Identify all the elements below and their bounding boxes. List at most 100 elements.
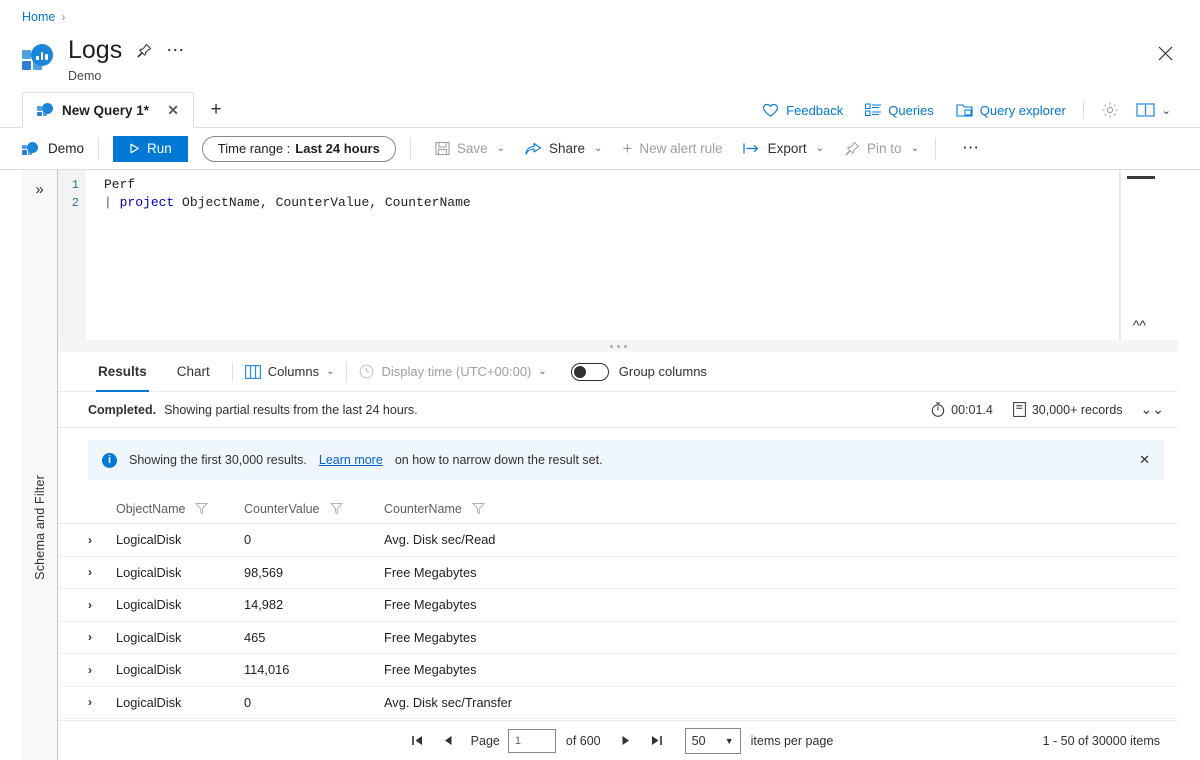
columns-label: Columns	[267, 364, 320, 379]
table-row[interactable]: › LogicalDisk 114,016 Free Megabytes	[58, 654, 1178, 687]
breadcrumb-home[interactable]: Home	[22, 10, 55, 24]
queries-button[interactable]: Queries	[854, 92, 945, 128]
heart-icon	[763, 103, 779, 117]
query-scope[interactable]: Demo	[22, 141, 84, 157]
plus-icon: +	[622, 139, 633, 158]
learn-more-link[interactable]: Learn more	[319, 453, 383, 467]
tab-chart[interactable]: Chart	[167, 352, 220, 392]
filter-icon[interactable]	[195, 502, 209, 515]
chevron-double-right-icon[interactable]: »	[35, 182, 43, 197]
pin-icon[interactable]	[136, 43, 152, 59]
logs-blade: Home › Logs ⋯ Demo New Query 1* ✕ + Feed…	[0, 0, 1200, 760]
status-text: Showing partial results from the last 24…	[164, 402, 418, 417]
table-cell-countervalue: 114,016	[244, 662, 290, 678]
schema-filter-label: Schema and Filter	[32, 475, 47, 580]
share-chevron-down-icon: ⌄	[594, 143, 603, 154]
item-range-label: 1 - 50 of 30000 items	[1042, 733, 1160, 748]
ellipsis-icon[interactable]: ⋯	[166, 41, 185, 59]
row-expand-icon[interactable]: ›	[88, 533, 116, 547]
results-status-row: Completed. Showing partial results from …	[58, 392, 1178, 428]
prev-page-button[interactable]	[433, 727, 463, 755]
feedback-button[interactable]: Feedback	[751, 92, 854, 128]
filter-icon[interactable]	[471, 502, 485, 515]
page-size-value: 50	[691, 733, 706, 748]
display-time-label: Display time (UTC+00:00)	[381, 364, 532, 379]
page-size-select[interactable]: 50 ▼	[684, 727, 741, 754]
chevron-double-down-icon[interactable]: ⌄⌄	[1131, 401, 1164, 418]
new-alert-rule-button[interactable]: + New alert rule	[612, 134, 732, 164]
table-row[interactable]: › LogicalDisk 98,569 Free Megabytes	[58, 557, 1178, 589]
row-expand-icon[interactable]: ›	[88, 695, 116, 709]
close-blade-button[interactable]	[1152, 40, 1178, 66]
scope-label: Demo	[48, 141, 85, 156]
share-button[interactable]: Share ⌄	[515, 134, 612, 164]
folder-query-icon	[956, 103, 973, 117]
table-cell-countername: Avg. Disk sec/Read	[384, 532, 496, 548]
row-expand-icon[interactable]: ›	[88, 565, 116, 579]
table-row[interactable]: › LogicalDisk 465 Free Megabytes	[58, 622, 1178, 654]
info-close-icon[interactable]: ✕	[1139, 452, 1150, 468]
row-expand-icon[interactable]: ›	[88, 598, 116, 612]
columns-button[interactable]: Columns ⌄	[244, 364, 334, 379]
query-editor[interactable]: 1 Perf 2 | project ObjectName, CounterVa…	[58, 170, 1178, 340]
last-page-button[interactable]	[641, 727, 671, 755]
clock-icon	[360, 364, 374, 379]
grid-header-row: ObjectName CounterValue CounterName	[58, 494, 1178, 524]
table-cell-objectname: LogicalDisk	[116, 694, 182, 710]
column-header-countername[interactable]: CounterName	[384, 502, 584, 516]
command-overflow-button[interactable]: ⋯	[950, 139, 992, 156]
export-button[interactable]: Export ⌄	[733, 134, 834, 164]
column-header-label: CounterName	[384, 501, 462, 516]
editor-minimap[interactable]	[1120, 170, 1178, 340]
export-chevron-down-icon: ⌄	[815, 143, 825, 154]
save-icon	[435, 141, 450, 156]
new-tab-button[interactable]: +	[200, 92, 232, 128]
info-icon: i	[102, 452, 117, 468]
row-expand-icon[interactable]: ›	[88, 630, 116, 644]
page-number-input[interactable]	[507, 728, 556, 753]
page-label: Page	[470, 733, 500, 748]
display-time-button[interactable]: Display time (UTC+00:00) ⌄	[359, 364, 547, 379]
columns-icon	[244, 364, 261, 379]
filter-icon[interactable]	[329, 502, 343, 515]
share-icon	[525, 142, 542, 155]
save-label: Save	[456, 141, 488, 156]
pin-to-button[interactable]: Pin to ⌄	[834, 134, 929, 164]
chevron-double-up-icon[interactable]: ^^	[1133, 318, 1146, 332]
table-row[interactable]: › LogicalDisk 14,982 Free Megabytes	[58, 589, 1178, 622]
tab-results[interactable]: Results	[88, 352, 157, 392]
line-pipe: |	[104, 195, 112, 210]
table-cell-objectname: LogicalDisk	[116, 597, 182, 613]
column-header-objectname[interactable]: ObjectName	[116, 502, 244, 516]
table-row[interactable]: › LogicalDisk 0 Avg. Disk sec/Read	[58, 524, 1178, 557]
first-page-button[interactable]	[403, 727, 433, 755]
column-header-countervalue[interactable]: CounterValue	[244, 502, 384, 516]
page-count-label: of 600	[565, 733, 601, 748]
tab-new-query-1[interactable]: New Query 1* ✕	[22, 92, 194, 128]
pin-icon	[845, 141, 860, 156]
row-expand-icon[interactable]: ›	[88, 663, 116, 677]
run-button[interactable]: Run	[113, 135, 188, 162]
query-tab-strip: New Query 1* ✕ + Feedback Queries Query …	[0, 92, 1200, 128]
table-row[interactable]: › LogicalDisk 0 Avg. Disk sec/Transfer	[58, 687, 1178, 719]
book-button[interactable]: ⌄	[1130, 92, 1182, 128]
pin-chevron-down-icon: ⌄	[910, 143, 919, 154]
next-page-button[interactable]	[611, 727, 641, 755]
line-text: Perf	[104, 177, 136, 192]
tab-close-icon[interactable]: ✕	[163, 102, 183, 119]
breadcrumb-separator-icon: ›	[61, 10, 66, 24]
group-columns-toggle[interactable]	[570, 362, 609, 381]
save-button[interactable]: Save ⌄	[425, 134, 515, 164]
query-explorer-label: Query explorer	[979, 102, 1066, 118]
display-time-chevron-down-icon: ⌄	[538, 366, 547, 377]
pagination-bar: Page of 600 50 ▼ items per page 1 - 50 o…	[58, 720, 1178, 760]
book-chevron-down-icon: ⌄	[1161, 104, 1171, 117]
time-range-picker[interactable]: Time range : Last 24 hours	[201, 135, 396, 162]
line-number: 2	[71, 196, 79, 210]
table-cell-objectname: LogicalDisk	[116, 564, 182, 580]
schema-filter-rail[interactable]: » Schema and Filter	[22, 170, 58, 760]
query-explorer-button[interactable]: Query explorer	[945, 92, 1077, 128]
pane-splitter[interactable]	[58, 340, 1178, 352]
list-icon	[865, 103, 882, 116]
settings-button[interactable]	[1090, 92, 1130, 128]
